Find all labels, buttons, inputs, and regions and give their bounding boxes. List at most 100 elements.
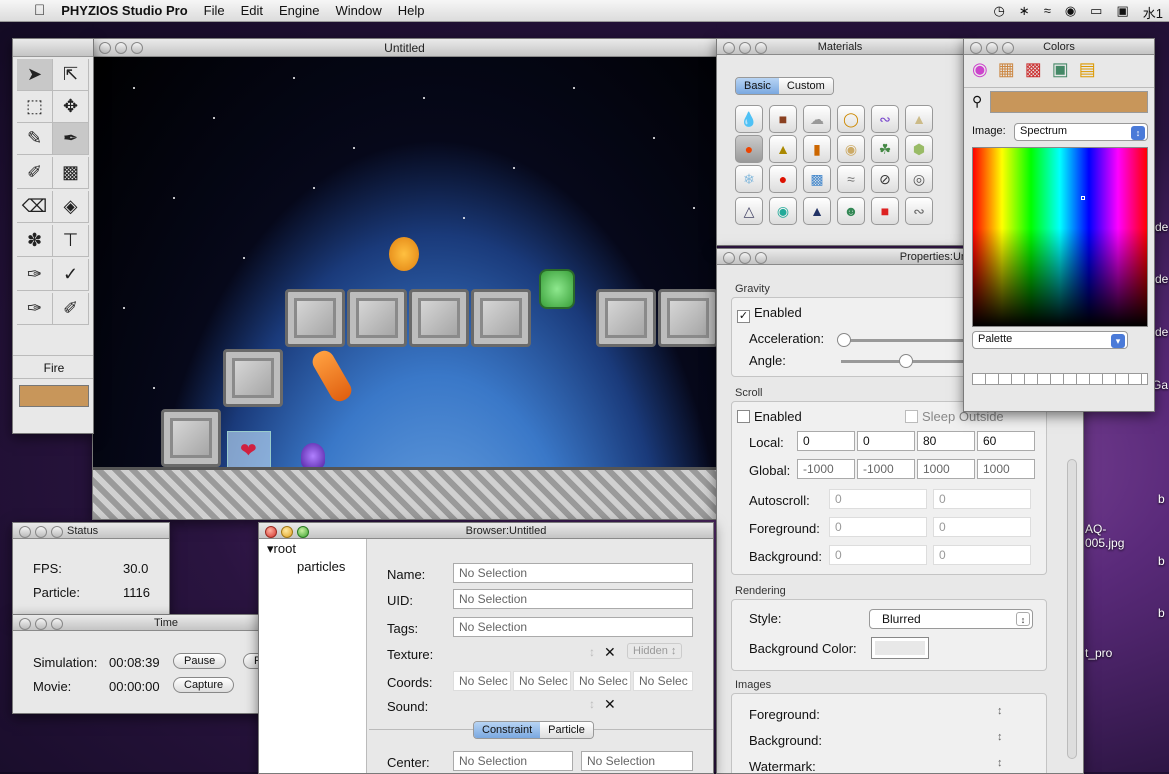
weight-icon[interactable]: ▲ — [803, 197, 831, 225]
menu-file[interactable]: File — [196, 3, 233, 18]
coords-h-field[interactable]: No Selec — [633, 671, 693, 691]
minimize-icon[interactable] — [739, 42, 751, 54]
coords-y-field[interactable]: No Selec — [513, 671, 571, 691]
zoom-icon[interactable] — [51, 526, 63, 538]
local-y-field[interactable]: 0 — [857, 431, 915, 451]
orange-pencil-object[interactable] — [308, 347, 356, 405]
minimize-icon[interactable] — [281, 526, 293, 538]
stepper-icon[interactable]: ↕ — [997, 731, 1003, 743]
apple-menu-icon[interactable]:  — [0, 2, 53, 19]
tab-custom[interactable]: Custom — [778, 78, 833, 94]
autoscroll-x-field[interactable]: 0 — [829, 489, 927, 509]
close-icon[interactable] — [19, 526, 31, 538]
move-icon[interactable]: ✥ — [53, 91, 89, 123]
image-palettes-icon[interactable]: ▣ — [1052, 59, 1069, 80]
spray-icon[interactable]: ✽ — [17, 225, 53, 257]
stepper-icon[interactable]: ↕ — [589, 645, 595, 659]
stone-block[interactable] — [471, 289, 531, 347]
smoke-icon[interactable]: ∾ — [905, 197, 933, 225]
zoom-icon[interactable] — [131, 42, 143, 54]
background-x-field[interactable]: 0 — [829, 545, 927, 565]
bluetooth-icon[interactable]: ∗ — [1019, 3, 1030, 22]
minimize-icon[interactable] — [35, 618, 47, 630]
ice-icon[interactable]: ❄ — [735, 165, 763, 193]
desktop-file-pro[interactable]: t_pro — [1085, 646, 1112, 660]
hidden-select[interactable]: Hidden ↕ — [627, 643, 683, 659]
autoscroll-y-field[interactable]: 0 — [933, 489, 1031, 509]
material-swatch[interactable] — [19, 385, 89, 407]
color-wheel-icon[interactable]: ◉ — [972, 59, 988, 80]
tags-field[interactable]: No Selection — [453, 617, 693, 637]
background-color-well[interactable] — [871, 637, 929, 659]
local-w-field[interactable]: 80 — [917, 431, 975, 451]
menu-window[interactable]: Window — [328, 3, 390, 18]
gem-icon[interactable]: ⬢ — [905, 135, 933, 163]
menu-engine[interactable]: Engine — [271, 3, 327, 18]
glass-icon[interactable]: ▩ — [803, 165, 831, 193]
plant-icon[interactable]: ☘ — [871, 135, 899, 163]
coords-x-field[interactable]: No Selec — [453, 671, 511, 691]
palette-select[interactable]: Palette ▾ — [972, 331, 1128, 349]
zoom-icon[interactable] — [755, 252, 767, 264]
wifi-icon[interactable]: ≈ — [1044, 3, 1051, 22]
stone-block[interactable] — [347, 289, 407, 347]
materials-titlebar[interactable]: Materials — [717, 39, 963, 55]
tab-constraint[interactable]: Constraint — [474, 722, 541, 738]
style-select[interactable]: Blurred ↕ — [869, 609, 1033, 629]
figure-icon[interactable]: ☻ — [837, 197, 865, 225]
block-icon[interactable]: ⊘ — [871, 165, 899, 193]
orange-character[interactable] — [389, 237, 419, 271]
bottle-icon[interactable]: △ — [735, 197, 763, 225]
zoom-icon[interactable] — [51, 618, 63, 630]
name-field[interactable]: No Selection — [453, 563, 693, 583]
rubber-icon[interactable]: ◯ — [837, 105, 865, 133]
input-icon[interactable]: ▣ — [1116, 3, 1128, 22]
direct-select-icon[interactable]: ⇱ — [53, 59, 89, 91]
crayons-icon[interactable]: ▤ — [1079, 59, 1096, 80]
minimize-icon[interactable] — [739, 252, 751, 264]
zoom-icon[interactable] — [297, 526, 309, 538]
volume-icon[interactable]: ◉ — [1065, 3, 1076, 22]
marker-icon[interactable]: ✐ — [53, 293, 89, 325]
main-window-titlebar[interactable]: Untitled — [93, 39, 716, 57]
browser-titlebar[interactable]: Browser:Untitled — [259, 523, 713, 539]
bomb-icon[interactable]: ● — [769, 165, 797, 193]
ice-block-heart[interactable]: ❤ — [227, 431, 271, 469]
brush-icon[interactable]: ✒ — [53, 123, 89, 155]
slider-knob[interactable] — [837, 333, 851, 347]
colors-titlebar[interactable]: Colors — [964, 39, 1154, 55]
stepper-icon[interactable]: ↕ — [997, 705, 1003, 717]
background-y-field[interactable]: 0 — [933, 545, 1031, 565]
clock[interactable]: 水1 — [1143, 3, 1163, 22]
gravity-enabled-checkbox[interactable]: ✓ Enabled — [737, 305, 802, 323]
global-w-field[interactable]: 1000 — [917, 459, 975, 479]
close-icon[interactable]: ✕ — [604, 696, 616, 713]
global-y-field[interactable]: -1000 — [857, 459, 915, 479]
bucket-icon[interactable]: ▩ — [53, 157, 89, 189]
center-y-field[interactable]: No Selection — [581, 751, 693, 771]
menu-help[interactable]: Help — [390, 3, 433, 18]
spring-icon[interactable]: ∾ — [871, 105, 899, 133]
tab-particle[interactable]: Particle — [540, 722, 593, 738]
foreground-x-field[interactable]: 0 — [829, 517, 927, 537]
scrollbar[interactable] — [1067, 459, 1077, 759]
color-swatch[interactable] — [990, 91, 1148, 113]
coords-w-field[interactable]: No Selec — [573, 671, 631, 691]
zoom-icon[interactable] — [1002, 42, 1014, 54]
desktop-file-jpg[interactable]: AQ- 005.jpg — [1085, 522, 1145, 550]
game-canvas[interactable]: ❤ — [93, 57, 716, 519]
app-menu[interactable]: PHYZIOS Studio Pro — [53, 3, 195, 18]
close-icon[interactable] — [19, 618, 31, 630]
minimize-icon[interactable] — [115, 42, 127, 54]
stamp-icon[interactable]: ⊤ — [53, 225, 89, 257]
image-select[interactable]: Spectrum ↕ — [1014, 123, 1148, 141]
stepper-icon[interactable]: ↕ — [997, 757, 1003, 769]
cake-icon[interactable]: ▲ — [905, 105, 933, 133]
pipette-icon[interactable]: ✑ — [17, 293, 53, 325]
local-x-field[interactable]: 0 — [797, 431, 855, 451]
bread-icon[interactable]: ◉ — [837, 135, 865, 163]
minimize-icon[interactable] — [986, 42, 998, 54]
zoom-icon[interactable] — [755, 42, 767, 54]
knife-icon[interactable]: ✓ — [53, 259, 89, 291]
scroll-enabled-checkbox[interactable]: Enabled — [737, 409, 802, 424]
